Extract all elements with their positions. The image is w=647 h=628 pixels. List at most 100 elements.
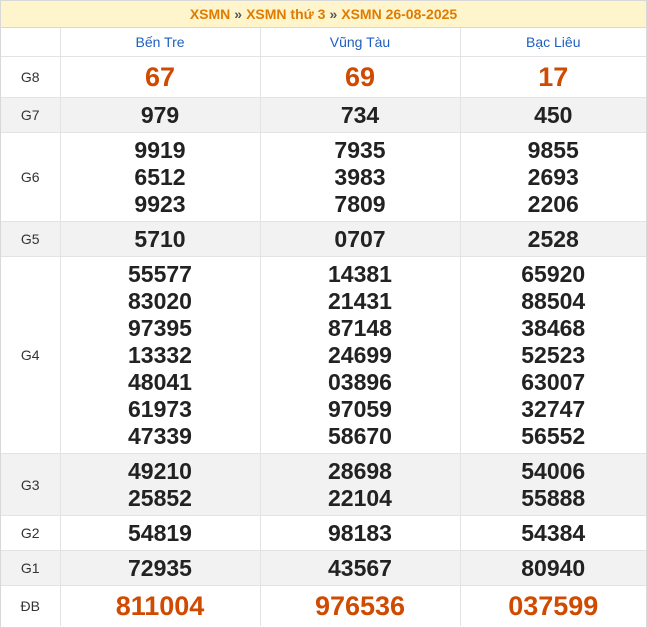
prize-cell: 54006 55888: [459, 453, 646, 516]
prize-number: 7809: [334, 190, 386, 217]
prize-cell: 98183: [259, 515, 460, 551]
prize-row: G8 67 69 17: [1, 56, 646, 98]
prize-number: 97059: [328, 395, 392, 422]
prize-number: 54006: [521, 457, 586, 484]
prize-number: 037599: [508, 591, 599, 621]
prize-number: 55888: [521, 484, 586, 511]
prize-label: ĐB: [20, 598, 40, 614]
breadcrumb: XSMN » XSMN thứ 3 » XSMN 26-08-2025: [1, 1, 646, 28]
prize-cell: 54819: [59, 515, 260, 551]
prize-cell: 811004: [59, 585, 260, 626]
prize-cell: 80940: [459, 550, 646, 586]
prize-number: 69: [344, 62, 376, 92]
prize-number: 2206: [527, 190, 579, 217]
prize-number: 9855: [527, 136, 579, 163]
prize-cell: 67: [59, 56, 260, 98]
prize-cell: 976536: [259, 585, 460, 626]
prize-number: 47339: [128, 422, 192, 449]
prize-row: G4 55577 83020 97395 13332 48041 61973 47339 143…: [1, 256, 646, 454]
prize-number: 58670: [328, 422, 392, 449]
breadcrumb-separator: »: [329, 6, 338, 22]
prize-number: 2693: [527, 163, 579, 190]
province-header[interactable]: Vũng Tàu: [259, 28, 460, 57]
prize-number: 03896: [328, 368, 392, 395]
prize-cell: 54384: [459, 515, 646, 551]
prize-number: 65920: [521, 260, 586, 287]
prize-cell: 0707: [259, 221, 460, 257]
province-header[interactable]: Bạc Liêu: [459, 28, 646, 57]
prize-number: 450: [534, 101, 573, 128]
prize-row: G3 49210 25852 28698 22104 54006 55888: [1, 453, 646, 516]
prize-label: G5: [1, 221, 60, 257]
prize-number: 97395: [128, 314, 192, 341]
prize-number: 63007: [521, 368, 586, 395]
prize-row: G7 979 734 450: [1, 97, 646, 133]
prize-cell: 72935: [59, 550, 260, 586]
prize-cell: 17: [459, 56, 646, 98]
prize-number: 52523: [521, 341, 586, 368]
prize-number: 72935: [128, 554, 192, 581]
prize-cell: 734: [259, 97, 460, 133]
prize-number: 32747: [521, 395, 586, 422]
prize-number: 28698: [328, 457, 392, 484]
prize-row: G2 54819 98183 54384: [1, 515, 646, 551]
prize-number: 3983: [334, 163, 386, 190]
prize-number: 87148: [328, 314, 392, 341]
prize-number: 0707: [334, 225, 386, 252]
prize-number: 48041: [128, 368, 192, 395]
prize-number: 83020: [128, 287, 192, 314]
prize-cell: 7935 3983 7809: [259, 132, 460, 222]
prize-label: G6: [1, 132, 60, 222]
prize-label-header: [1, 28, 60, 57]
prize-row: G5 5710 0707 2528: [1, 221, 646, 257]
prize-row: G1 72935 43567 80940: [1, 550, 646, 586]
prize-label: G2: [1, 515, 60, 551]
prize-cell: 9855 2693 2206: [459, 132, 646, 222]
prize-number: 17: [538, 62, 569, 92]
prize-number: 5710: [134, 225, 186, 252]
prize-number: 61973: [128, 395, 192, 422]
prize-number: 9923: [134, 190, 186, 217]
prize-cell: 28698 22104: [259, 453, 460, 516]
prize-cell: 037599: [459, 585, 646, 626]
prize-cell: 2528: [459, 221, 646, 257]
prize-label: G3: [1, 453, 60, 516]
breadcrumb-link-xsmn[interactable]: XSMN: [190, 6, 230, 22]
province-header[interactable]: Bến Tre: [59, 28, 260, 57]
prize-label: G7: [1, 97, 60, 133]
prize-number: 25852: [128, 484, 192, 511]
results-panel: XSMN » XSMN thứ 3 » XSMN 26-08-2025 Bến …: [0, 0, 647, 628]
breadcrumb-link-date[interactable]: XSMN 26-08-2025: [341, 6, 457, 22]
prize-number: 811004: [115, 591, 205, 621]
prize-cell: 69: [259, 56, 460, 98]
prize-number: 9919: [134, 136, 186, 163]
prize-number: 976536: [314, 591, 406, 621]
prize-number: 14381: [328, 260, 392, 287]
prize-cell: 14381 21431 87148 24699 03896 97059 58670: [259, 256, 460, 454]
results-table: Bến Tre Vũng Tàu Bạc Liêu G8 67 69 17 G7 979 7…: [1, 28, 646, 626]
breadcrumb-separator: »: [234, 6, 243, 22]
prize-number: 98183: [328, 519, 392, 546]
prize-row: ĐB 811004 976536 037599: [1, 585, 646, 626]
prize-number: 88504: [521, 287, 586, 314]
prize-number: 54384: [521, 519, 586, 546]
prize-number: 21431: [328, 287, 392, 314]
prize-number: 80940: [521, 554, 586, 581]
prize-label: G8: [1, 56, 60, 98]
prize-row: G6 9919 6512 9923 7935 3983 7809 9855 2693 2206: [1, 132, 646, 222]
prize-number: 67: [144, 62, 176, 92]
prize-number: 55577: [128, 260, 192, 287]
prize-cell: 979: [59, 97, 260, 133]
prize-number: 56552: [521, 422, 586, 449]
breadcrumb-link-weekday[interactable]: XSMN thứ 3: [246, 6, 325, 22]
prize-cell: 65920 88504 38468 52523 63007 32747 56552: [459, 256, 646, 454]
prize-number: 49210: [128, 457, 192, 484]
prize-number: 7935: [334, 136, 386, 163]
prize-cell: 9919 6512 9923: [59, 132, 260, 222]
prize-number: 22104: [328, 484, 392, 511]
prize-label: G1: [1, 550, 60, 586]
prize-number: 24699: [328, 341, 392, 368]
prize-number: 38468: [521, 314, 586, 341]
prize-cell: 43567: [259, 550, 460, 586]
prize-cell: 55577 83020 97395 13332 48041 61973 47339: [59, 256, 260, 454]
